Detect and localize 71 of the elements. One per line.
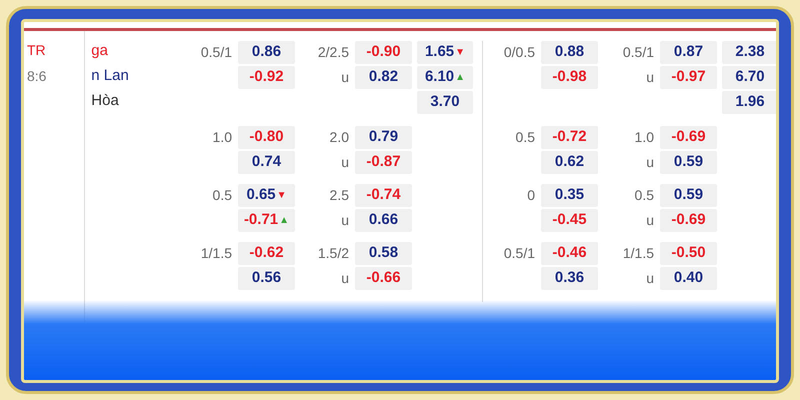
trend-arrow: ▼ bbox=[276, 189, 287, 203]
odds-value: 0.86 bbox=[252, 42, 282, 62]
line-label: 0.5/1 bbox=[622, 44, 654, 60]
line-label: 1.0 bbox=[634, 129, 654, 145]
odds-value: 0.66 bbox=[368, 210, 398, 230]
odds-value: 0.56 bbox=[252, 268, 282, 288]
odds-value: -0.71 bbox=[244, 210, 278, 230]
odds-value: -0.98 bbox=[552, 67, 587, 88]
line-label: 2.0 bbox=[330, 129, 349, 145]
line-label: 0.5/1 bbox=[504, 245, 535, 261]
odds-value: 0.88 bbox=[554, 42, 584, 62]
odds-value: -0.87 bbox=[366, 152, 401, 172]
odds-value: -0.69 bbox=[671, 127, 706, 148]
odds-value: -0.80 bbox=[249, 127, 284, 148]
odds-value: -0.69 bbox=[671, 210, 706, 230]
odds-value: -0.66 bbox=[366, 268, 401, 288]
line-label: u bbox=[646, 270, 654, 286]
line-label: u bbox=[646, 69, 654, 85]
line-label: u bbox=[646, 212, 654, 228]
line-label: 0.5 bbox=[212, 187, 232, 203]
odds-value: -0.45 bbox=[552, 210, 587, 230]
trend-arrow: ▼ bbox=[455, 46, 466, 60]
line-label: 1/1.5 bbox=[622, 245, 654, 261]
odds-value: 1.96 bbox=[735, 92, 765, 112]
line-label: u bbox=[646, 154, 654, 170]
odds-value: 0.35 bbox=[554, 185, 584, 206]
odds-value: -0.72 bbox=[552, 127, 587, 148]
odds-value: 0.62 bbox=[554, 152, 584, 172]
odds-value: 6.10 bbox=[424, 67, 454, 88]
odds-value: -0.92 bbox=[249, 67, 284, 88]
odds-value: 0.59 bbox=[674, 185, 704, 206]
line-label: 2.5 bbox=[330, 187, 349, 203]
line-label: 0.5/1 bbox=[200, 44, 232, 60]
odds-value: 6.70 bbox=[735, 67, 765, 88]
line-label: u bbox=[341, 270, 349, 286]
line-label: 1.5/2 bbox=[318, 245, 349, 261]
team-name: n Lan bbox=[91, 66, 130, 86]
line-label: 0/0.5 bbox=[504, 44, 535, 60]
trend-arrow: ▲ bbox=[455, 71, 466, 85]
odds-value: 0.40 bbox=[674, 268, 704, 288]
line-label: 0 bbox=[527, 187, 535, 203]
line-label: 0.5 bbox=[516, 129, 535, 145]
odds-value: 2.38 bbox=[735, 42, 765, 62]
odds-value: 0.82 bbox=[368, 67, 398, 88]
line-label: u bbox=[341, 154, 349, 170]
odds-value: -0.90 bbox=[366, 42, 401, 62]
odds-value: 1.65 bbox=[424, 42, 454, 62]
odds-value: -0.74 bbox=[366, 185, 401, 206]
line-label: u bbox=[341, 212, 349, 228]
line-label: 1.0 bbox=[212, 129, 232, 145]
odds-value: 3.70 bbox=[430, 92, 460, 112]
odds-value: -0.46 bbox=[552, 243, 587, 264]
odds-value: 0.65 bbox=[246, 185, 276, 206]
odds-value: 0.87 bbox=[674, 42, 704, 62]
draw-label: Hòa bbox=[91, 91, 120, 111]
line-label: 1/1.5 bbox=[200, 245, 232, 261]
line-label: 2/2.5 bbox=[318, 44, 349, 60]
odds-value: -0.62 bbox=[249, 243, 284, 264]
odds-value: 0.36 bbox=[554, 268, 584, 288]
odds-value: -0.50 bbox=[671, 243, 706, 264]
odds-value: 0.74 bbox=[252, 152, 282, 172]
match-time: 8:6 bbox=[27, 67, 48, 86]
odds-value: 0.59 bbox=[674, 152, 704, 172]
team-name: ga bbox=[91, 41, 109, 61]
line-label: 0.5 bbox=[634, 187, 654, 203]
trend-arrow: ▲ bbox=[279, 214, 290, 228]
odds-value: 0.79 bbox=[368, 127, 398, 148]
league-code: TR bbox=[27, 41, 47, 60]
odds-value: 0.58 bbox=[368, 243, 398, 264]
odds-value: -0.97 bbox=[671, 67, 706, 88]
line-label: u bbox=[341, 69, 349, 85]
